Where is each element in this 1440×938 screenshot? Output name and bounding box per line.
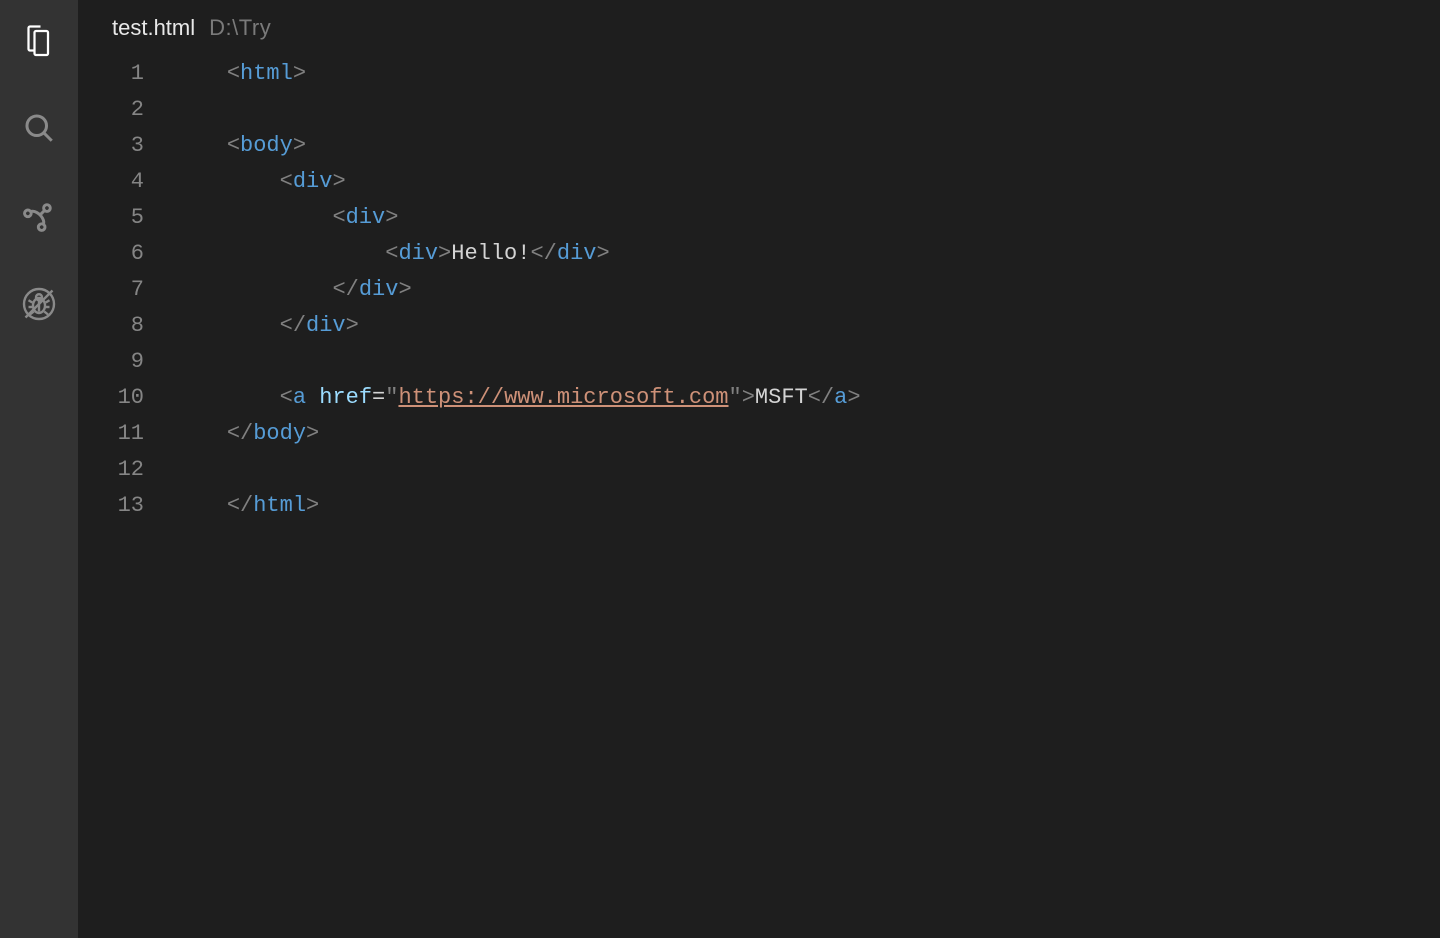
line-number: 1	[78, 56, 144, 92]
debug-icon[interactable]	[17, 282, 61, 326]
line-number: 4	[78, 164, 144, 200]
source-control-icon[interactable]	[17, 194, 61, 238]
line-number: 13	[78, 488, 144, 524]
line-number-gutter: 12345678910111213	[78, 56, 174, 938]
line-number: 2	[78, 92, 144, 128]
editor: test.html D:\Try 12345678910111213 <html…	[78, 0, 1440, 938]
code-line[interactable]: <div>Hello!</div>	[174, 236, 1440, 272]
activity-bar	[0, 0, 78, 938]
file-name: test.html	[112, 15, 195, 41]
line-number: 9	[78, 344, 144, 380]
line-number: 8	[78, 308, 144, 344]
code-line[interactable]: <body>	[174, 128, 1440, 164]
code-line[interactable]	[174, 452, 1440, 488]
search-icon[interactable]	[17, 106, 61, 150]
explorer-icon[interactable]	[17, 18, 61, 62]
line-number: 12	[78, 452, 144, 488]
line-number: 5	[78, 200, 144, 236]
line-number: 7	[78, 272, 144, 308]
code-line[interactable]: <div>	[174, 164, 1440, 200]
code-line[interactable]: </body>	[174, 416, 1440, 452]
code-line[interactable]: </div>	[174, 272, 1440, 308]
file-path: D:\Try	[209, 15, 271, 41]
code-line[interactable]: <a href="https://www.microsoft.com">MSFT…	[174, 380, 1440, 416]
code-area[interactable]: 12345678910111213 <html> <body> <div> <d…	[78, 56, 1440, 938]
line-number: 11	[78, 416, 144, 452]
code-line[interactable]: <html>	[174, 56, 1440, 92]
code-line[interactable]: </div>	[174, 308, 1440, 344]
code-line[interactable]: </html>	[174, 488, 1440, 524]
code-line[interactable]	[174, 344, 1440, 380]
code-line[interactable]: <div>	[174, 200, 1440, 236]
editor-header: test.html D:\Try	[78, 0, 1440, 56]
line-number: 10	[78, 380, 144, 416]
line-number: 6	[78, 236, 144, 272]
line-number: 3	[78, 128, 144, 164]
code-line[interactable]	[174, 92, 1440, 128]
code-content[interactable]: <html> <body> <div> <div> <div>Hello!</d…	[174, 56, 1440, 938]
